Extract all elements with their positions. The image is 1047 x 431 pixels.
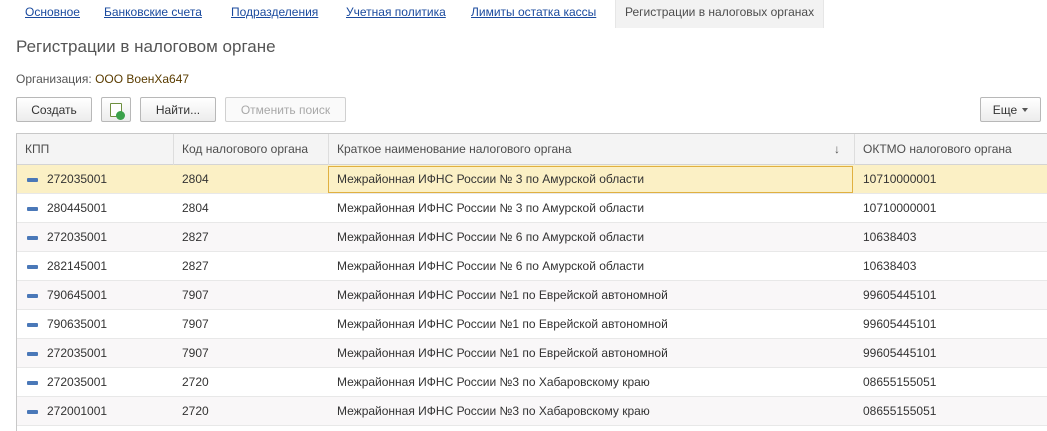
record-icon	[27, 178, 38, 182]
cancel-search-button[interactable]: Отменить поиск	[225, 97, 346, 122]
add-document-icon	[110, 102, 125, 120]
cell-kpp: 790635001	[47, 317, 108, 331]
cell-tax-name: Межрайонная ИФНС России № 3 по Амурской …	[337, 201, 645, 215]
column-header-tax-name-label: Краткое наименование налогового органа	[337, 142, 572, 156]
copy-button[interactable]	[101, 97, 131, 122]
cell-oktmo: 99605445101	[863, 346, 937, 360]
cell-kpp: 282145001	[47, 259, 108, 273]
column-header-oktmo[interactable]: ОКТМО налогового органа	[855, 134, 1047, 165]
tab-cash-limits[interactable]: Лимиты остатка кассы	[471, 5, 596, 19]
cell-tax-name: Межрайонная ИФНС России №3 по Хабаровско…	[337, 404, 650, 418]
cell-tax-name: Межрайонная ИФНС России №3 по Хабаровско…	[337, 375, 650, 389]
cell-oktmo: 10710000001	[863, 172, 937, 186]
page-title: Регистрации в налоговом органе	[16, 37, 276, 56]
cell-oktmo: 10638403	[863, 259, 917, 273]
tab-tax-registrations[interactable]: Регистрации в налоговых органах	[615, 0, 825, 28]
table-row[interactable]: 272035001 7907 Межрайонная ИФНС России №…	[17, 339, 1047, 368]
more-button[interactable]: Еще	[980, 97, 1041, 122]
organization-label: Организация:	[16, 72, 92, 86]
cell-tax-code: 2804	[182, 172, 209, 186]
cell-tax-code: 7907	[182, 346, 209, 360]
cell-oktmo: 10710000001	[863, 201, 937, 215]
more-label: Еще	[992, 102, 1018, 117]
find-button[interactable]: Найти...	[140, 97, 216, 122]
cell-tax-name: Межрайонная ИФНС России №1 по Еврейской …	[337, 346, 668, 360]
column-header-tax-name[interactable]: Краткое наименование налогового органа ↓	[329, 134, 855, 165]
cell-kpp: 272035001	[47, 375, 108, 389]
table-row[interactable]: 280445001 2804 Межрайонная ИФНС России №…	[17, 194, 1047, 223]
cell-oktmo: 08655155051	[863, 404, 937, 418]
cell-oktmo: 99605445101	[863, 317, 937, 331]
sort-descending-icon: ↓	[834, 142, 840, 156]
cell-tax-name: Межрайонная ИФНС России № 3 по Амурской …	[337, 172, 645, 186]
table-row[interactable]: 272035001 2827 Межрайонная ИФНС России №…	[17, 223, 1047, 252]
cell-oktmo: 10638403	[863, 230, 917, 244]
cell-tax-code: 7907	[182, 317, 209, 331]
tab-bank-accounts[interactable]: Банковские счета	[104, 5, 202, 19]
table-header: КПП Код налогового органа Краткое наимен…	[17, 134, 1047, 165]
tab-main[interactable]: Основное	[25, 5, 80, 19]
organization-value[interactable]: ООО ВоенХа647	[95, 72, 189, 86]
cell-oktmo: 08655155051	[863, 375, 937, 389]
cell-kpp: 272001001	[47, 404, 108, 418]
record-icon	[27, 410, 38, 414]
cell-kpp: 272035001	[47, 346, 108, 360]
column-header-kpp[interactable]: КПП	[17, 134, 174, 165]
tab-accounting-policy[interactable]: Учетная политика	[346, 5, 446, 19]
cell-tax-code: 2827	[182, 230, 209, 244]
cell-kpp: 272035001	[47, 172, 108, 186]
cell-tax-code: 2804	[182, 201, 209, 215]
cell-kpp: 272035001	[47, 230, 108, 244]
table-row[interactable]: 272001001 2720 Межрайонная ИФНС России №…	[17, 397, 1047, 426]
table-row[interactable]: 272035001 2804 Межрайонная ИФНС России №…	[17, 165, 1047, 194]
cell-tax-name: Межрайонная ИФНС России № 6 по Амурской …	[337, 259, 645, 273]
record-icon	[27, 236, 38, 240]
column-header-tax-code[interactable]: Код налогового органа	[174, 134, 329, 165]
record-icon	[27, 294, 38, 298]
tax-registrations-table: КПП Код налогового органа Краткое наимен…	[16, 133, 1047, 431]
cell-tax-name: Межрайонная ИФНС России № 6 по Амурской …	[337, 230, 645, 244]
table-row[interactable]: 790635001 7907 Межрайонная ИФНС России №…	[17, 310, 1047, 339]
tab-bar: Основное Банковские счета Подразделения …	[0, 0, 1047, 28]
cell-tax-code: 2720	[182, 375, 209, 389]
cell-tax-code: 2720	[182, 404, 209, 418]
chevron-down-icon	[1022, 107, 1029, 112]
organization-row: Организация: ООО ВоенХа647	[16, 72, 189, 86]
record-icon	[27, 265, 38, 269]
cell-oktmo: 99605445101	[863, 288, 937, 302]
record-icon	[27, 381, 38, 385]
record-icon	[27, 207, 38, 211]
cell-tax-name: Межрайонная ИФНС России №1 по Еврейской …	[337, 317, 668, 331]
tab-departments[interactable]: Подразделения	[231, 5, 318, 19]
table-row[interactable]: 272035001 2720 Межрайонная ИФНС России №…	[17, 368, 1047, 397]
cell-tax-name: Межрайонная ИФНС России №1 по Еврейской …	[337, 288, 668, 302]
cell-tax-code: 2827	[182, 259, 209, 273]
create-button[interactable]: Создать	[16, 97, 92, 122]
table-row[interactable]: 790645001 7907 Межрайонная ИФНС России №…	[17, 281, 1047, 310]
record-icon	[27, 323, 38, 327]
cell-kpp: 790645001	[47, 288, 108, 302]
record-icon	[27, 352, 38, 356]
table-row[interactable]: 282145001 2827 Межрайонная ИФНС России №…	[17, 252, 1047, 281]
cell-tax-code: 7907	[182, 288, 209, 302]
cell-kpp: 280445001	[47, 201, 108, 215]
